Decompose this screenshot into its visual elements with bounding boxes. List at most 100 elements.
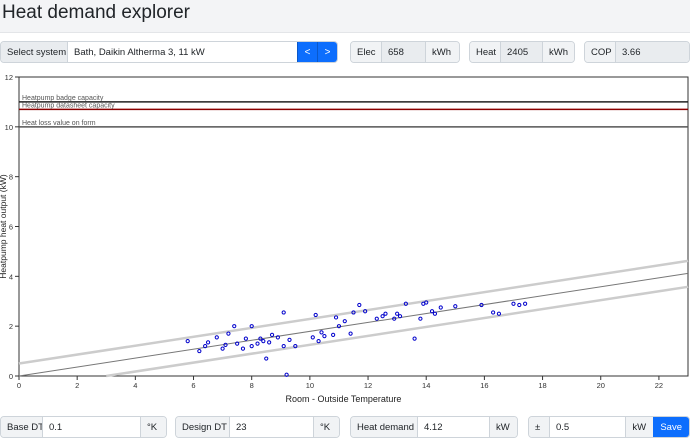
data-point <box>284 372 289 377</box>
data-point <box>232 324 237 329</box>
data-point <box>264 356 269 361</box>
tolerance-group: ± 0.5 kW Save <box>528 416 690 438</box>
data-point <box>310 335 315 340</box>
data-point <box>281 310 286 315</box>
data-point <box>517 302 522 308</box>
base-dt-input[interactable]: 0.1 <box>42 417 140 437</box>
y-tick-label: 8 <box>9 173 13 182</box>
reference-line-label: Heatpump badge capacity <box>22 95 104 102</box>
x-tick-label: 22 <box>655 381 663 390</box>
tolerance-unit: kW <box>625 417 654 437</box>
data-point <box>496 311 502 316</box>
base-dt-label: Base DT <box>1 417 44 437</box>
data-point <box>395 311 400 316</box>
data-point <box>255 341 260 346</box>
data-point <box>333 315 339 320</box>
data-point <box>374 316 379 321</box>
data-point <box>313 312 318 318</box>
data-point <box>249 344 254 349</box>
x-tick-label: 20 <box>597 381 605 390</box>
demand-controls: Base DT 0.1 °K Design DT 23 °K Heat dema… <box>0 416 690 438</box>
data-point <box>267 340 272 345</box>
heat-value: 2405 <box>500 42 542 62</box>
data-point <box>240 346 246 351</box>
elec-value: 658 <box>381 42 425 62</box>
data-point <box>491 310 496 315</box>
reference-line-label: Heatpump datasheet capacity <box>22 102 115 109</box>
next-system-button[interactable]: > <box>317 42 337 62</box>
data-point <box>348 331 353 336</box>
data-point <box>275 335 280 340</box>
elec-label: Elec <box>351 42 381 62</box>
heat-unit: kWh <box>542 42 574 62</box>
x-tick-label: 16 <box>480 381 488 390</box>
trend-line-upper <box>18 259 689 365</box>
trend-line-lower <box>106 285 689 378</box>
tolerance-input[interactable]: 0.5 <box>549 417 626 437</box>
data-point <box>331 332 336 337</box>
base-dt-group: Base DT 0.1 °K <box>0 416 167 438</box>
y-tick-label: 6 <box>9 223 13 232</box>
y-tick-label: 2 <box>9 322 13 331</box>
data-point <box>205 340 211 345</box>
data-point <box>281 344 286 349</box>
x-tick-label: 12 <box>364 381 372 390</box>
data-point <box>319 330 324 335</box>
system-select[interactable]: Bath, Daikin Altherma 3, 11 kW <box>67 42 297 62</box>
heat-demand-unit: kW <box>489 417 517 437</box>
y-tick-label: 4 <box>9 272 13 281</box>
data-point <box>412 336 417 341</box>
data-point <box>383 311 388 316</box>
cop-label: COP <box>585 42 615 62</box>
x-tick-label: 0 <box>17 381 21 390</box>
data-point <box>203 344 208 349</box>
heat-demand-group: Heat demand 4.12 kW <box>350 416 518 438</box>
data-point <box>316 339 321 344</box>
heat-demand-input[interactable]: 4.12 <box>417 417 489 437</box>
x-axis-label: Room - Outside Temperature <box>286 394 402 404</box>
cop-value: 3.66 <box>615 42 689 62</box>
data-point <box>336 324 342 329</box>
select-system-label: Select system <box>1 42 67 62</box>
heat-demand-chart: 0 2 4 6 8 10 12 14 16 18 20 22 0 2 4 6 8 10 12 Room - Outsi… <box>0 70 690 410</box>
heat-group: Heat 2405 kWh <box>469 41 575 63</box>
data-point <box>261 339 266 344</box>
data-point <box>223 342 228 347</box>
data-point <box>453 304 458 309</box>
y-axis-label: Heatpump heat output (kW) <box>0 174 8 279</box>
system-toolbar: Select system Bath, Daikin Altherma 3, 1… <box>0 41 690 63</box>
base-dt-unit: °K <box>140 417 166 437</box>
prev-system-button[interactable]: < <box>297 42 317 62</box>
trend-line-center <box>18 272 689 377</box>
data-point <box>357 302 362 308</box>
data-point <box>220 346 225 351</box>
data-point <box>432 311 438 316</box>
data-point <box>429 309 435 314</box>
cop-group: COP 3.66 <box>584 41 690 63</box>
data-point <box>397 314 403 319</box>
data-point <box>185 339 190 344</box>
data-point <box>380 314 385 319</box>
design-dt-input[interactable]: 23 <box>229 417 313 437</box>
x-tick-label: 18 <box>538 381 546 390</box>
elec-unit: kWh <box>425 42 459 62</box>
header: Heat demand explorer <box>0 0 690 33</box>
system-select-group: Select system Bath, Daikin Altherma 3, 1… <box>0 41 338 63</box>
data-point <box>226 331 231 336</box>
data-point <box>322 334 327 339</box>
tolerance-label: ± <box>529 417 549 437</box>
y-tick-label: 12 <box>5 73 13 82</box>
design-dt-group: Design DT 23 °K <box>175 416 340 438</box>
x-tick-label: 8 <box>250 381 254 390</box>
y-tick-label: 0 <box>9 372 13 381</box>
chart-svg: 0 2 4 6 8 10 12 14 16 18 20 22 0 2 4 6 8 10 12 Room - Outsi… <box>0 73 689 404</box>
x-tick-label: 2 <box>75 381 79 390</box>
data-point <box>197 348 202 354</box>
data-point <box>243 336 248 341</box>
data-point <box>214 335 219 340</box>
plot-frame <box>18 76 689 377</box>
heat-label: Heat <box>470 42 500 62</box>
save-button[interactable]: Save <box>653 417 689 437</box>
heat-demand-label: Heat demand <box>351 417 417 437</box>
data-point <box>418 316 423 321</box>
